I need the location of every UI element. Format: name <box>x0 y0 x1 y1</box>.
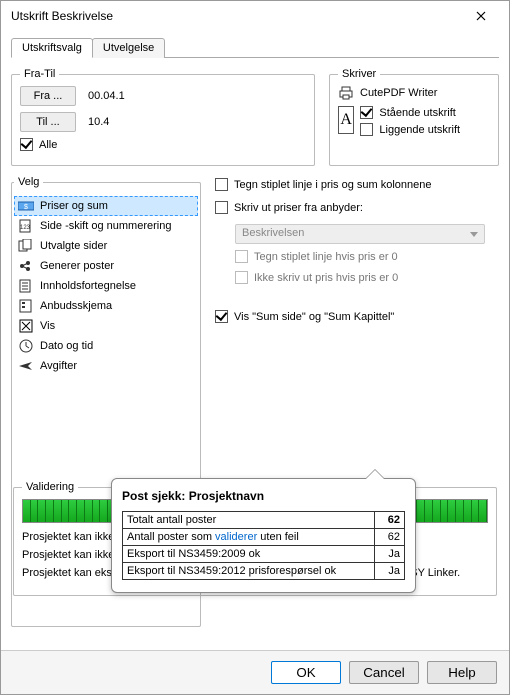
velg-item-label: Vis <box>40 318 55 334</box>
tabstrip: Utskriftsvalg Utvelgelse <box>11 37 499 58</box>
anbyder-dropdown[interactable]: Beskrivelsen <box>235 224 485 244</box>
dropdown-value: Beskrivelsen <box>242 227 304 239</box>
velg-item-utvalgte[interactable]: Utvalgte sider <box>14 236 198 256</box>
callout-title: Post sjekk: Prosjektnavn <box>122 489 405 503</box>
velg-item-generer[interactable]: Generer poster <box>14 256 198 276</box>
skriv-checkbox[interactable]: Skriv ut priser fra anbyder: <box>215 201 499 214</box>
til-button[interactable]: Til ... <box>20 112 76 132</box>
checkbox-icon <box>235 250 248 263</box>
velg-item-label: Anbudsskjema <box>40 298 112 314</box>
close-button[interactable] <box>461 4 501 28</box>
group-fra-til: Fra-Til Fra ... 00.04.1 Til ... 10.4 All… <box>11 68 315 166</box>
velg-item-label: Avgifter <box>40 358 77 374</box>
stiplet-label: Tegn stiplet linje i pris og sum kolonne… <box>234 179 432 191</box>
tab-utskriftsvalg[interactable]: Utskriftsvalg <box>11 38 93 58</box>
form-icon <box>18 299 34 313</box>
sub1-checkbox: Tegn stiplet linje hvis pris er 0 <box>235 250 499 263</box>
staaende-checkbox[interactable]: Stående utskrift <box>360 106 455 119</box>
titlebar: Utskrift Beskrivelse <box>1 1 509 31</box>
legend-validering: Validering <box>22 481 78 493</box>
table-row: Eksport til NS3459:2009 ok Ja <box>123 546 405 563</box>
callout-table: Totalt antall poster 62 Antall poster so… <box>122 511 405 580</box>
alle-checkbox-row[interactable]: Alle <box>20 138 306 151</box>
alle-label: Alle <box>39 139 57 151</box>
printer-name: CutePDF Writer <box>360 87 437 99</box>
til-value: 10.4 <box>88 116 109 128</box>
velg-item-label: Innholdsfortegnelse <box>40 278 136 294</box>
sub1-label: Tegn stiplet linje hvis pris er 0 <box>254 251 398 263</box>
velg-item-vis[interactable]: Vis <box>14 316 198 336</box>
group-skriver: Skriver CutePDF Writer A Stående utskrif… <box>329 68 499 166</box>
page-number-icon: 123 <box>18 219 34 233</box>
cell-label: Eksport til NS3459:2012 prisforespørsel … <box>123 563 375 580</box>
checkbox-icon <box>360 123 373 136</box>
velg-item-dato[interactable]: Dato og tid <box>14 336 198 356</box>
table-row: Antall poster som validerer uten feil 62 <box>123 529 405 546</box>
validerer-link[interactable]: validerer <box>215 531 257 543</box>
window-title: Utskrift Beskrivelse <box>11 9 113 23</box>
liggende-checkbox[interactable]: Liggende utskrift <box>360 123 460 136</box>
table-row: Eksport til NS3459:2012 prisforespørsel … <box>123 563 405 580</box>
velg-item-side[interactable]: 123 Side -skift og nummerering <box>14 216 198 236</box>
plane-icon <box>18 359 34 373</box>
checkbox-icon <box>235 271 248 284</box>
cell-value: Ja <box>375 563 405 580</box>
skriv-label: Skriv ut priser fra anbyder: <box>234 202 363 214</box>
sub2-label: Ikke skriv ut pris hvis pris er 0 <box>254 272 398 284</box>
price-icon: $ <box>18 199 34 213</box>
vis-label: Vis "Sum side" og "Sum Kapittel" <box>234 311 394 323</box>
ok-button[interactable]: OK <box>271 661 341 684</box>
toc-icon <box>18 279 34 293</box>
fra-value: 00.04.1 <box>88 90 125 102</box>
options-panel: Tegn stiplet linje i pris og sum kolonne… <box>215 176 499 333</box>
cell-value: 62 <box>375 529 405 546</box>
legend-velg: Velg <box>14 176 43 188</box>
checkbox-icon <box>360 106 373 119</box>
dialog-window: Utskrift Beskrivelse Utskriftsvalg Utvel… <box>0 0 510 695</box>
printer-icon <box>338 86 354 100</box>
cancel-button[interactable]: Cancel <box>349 661 419 684</box>
table-row: Totalt antall poster 62 <box>123 512 405 529</box>
checkbox-icon <box>215 178 228 191</box>
x-box-icon <box>18 319 34 333</box>
cell-label: Antall poster som validerer uten feil <box>123 529 375 546</box>
checkbox-icon <box>215 201 228 214</box>
cell-value: Ja <box>375 546 405 563</box>
stiplet-checkbox[interactable]: Tegn stiplet linje i pris og sum kolonne… <box>215 178 499 191</box>
clock-icon <box>18 339 34 353</box>
sub2-checkbox: Ikke skriv ut pris hvis pris er 0 <box>235 271 499 284</box>
velg-item-innhold[interactable]: Innholdsfortegnelse <box>14 276 198 296</box>
post-sjekk-callout: Post sjekk: Prosjektnavn Totalt antall p… <box>111 478 416 593</box>
cell-label: Eksport til NS3459:2009 ok <box>123 546 375 563</box>
svg-text:$: $ <box>24 204 28 211</box>
checkbox-icon <box>215 310 228 323</box>
velg-item-label: Utvalgte sider <box>40 238 107 254</box>
cell-label: Totalt antall poster <box>123 512 375 529</box>
orientation-icon: A <box>338 106 354 134</box>
velg-item-priser[interactable]: $ Priser og sum <box>14 196 198 216</box>
velg-item-label: Generer poster <box>40 258 114 274</box>
generate-icon <box>18 259 34 273</box>
dialog-footer: OK Cancel Help <box>1 650 509 694</box>
pages-icon <box>18 239 34 253</box>
liggende-label: Liggende utskrift <box>379 124 460 136</box>
vis-checkbox[interactable]: Vis "Sum side" og "Sum Kapittel" <box>215 310 499 323</box>
close-icon <box>476 11 486 21</box>
help-button[interactable]: Help <box>427 661 497 684</box>
svg-text:123: 123 <box>20 225 31 231</box>
tab-page: Fra-Til Fra ... 00.04.1 Til ... 10.4 All… <box>1 58 509 650</box>
velg-item-avgifter[interactable]: Avgifter <box>14 356 198 376</box>
velg-item-label: Side -skift og nummerering <box>40 218 171 234</box>
checkbox-icon <box>20 138 33 151</box>
cell-value: 62 <box>375 512 405 529</box>
callout-tail-icon <box>365 469 385 479</box>
fra-button[interactable]: Fra ... <box>20 86 76 106</box>
tab-utvelgelse[interactable]: Utvelgelse <box>92 38 165 58</box>
velg-item-anbud[interactable]: Anbudsskjema <box>14 296 198 316</box>
legend-fra-til: Fra-Til <box>20 68 59 80</box>
legend-skriver: Skriver <box>338 68 380 80</box>
velg-item-label: Dato og tid <box>40 338 93 354</box>
staaende-label: Stående utskrift <box>379 107 455 119</box>
velg-item-label: Priser og sum <box>40 198 108 214</box>
